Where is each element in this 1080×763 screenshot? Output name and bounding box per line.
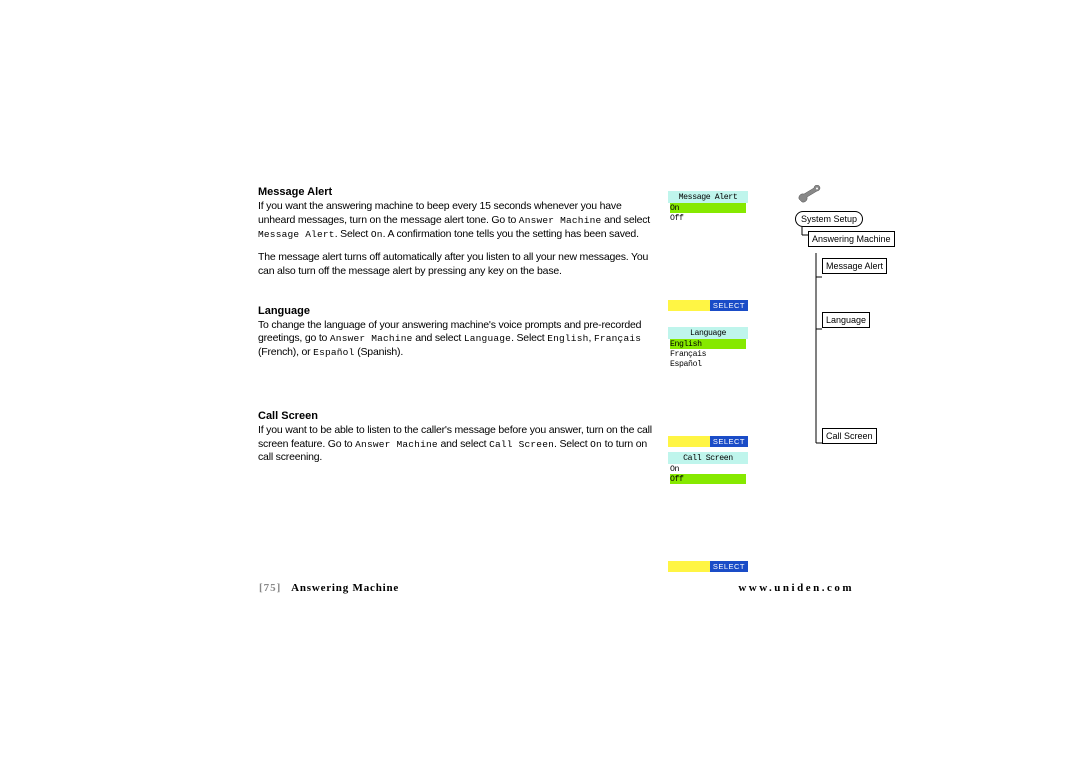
lcd-footer: SELECT xyxy=(668,300,748,311)
lcd-footer: SELECT xyxy=(668,436,748,447)
section-name: Answering Machine xyxy=(291,582,399,594)
lcd-option: Off xyxy=(670,213,746,223)
lcd-body: On Off xyxy=(668,464,748,561)
lcd-select-button: SELECT xyxy=(710,561,748,572)
lcd-title: Message Alert xyxy=(668,191,748,203)
paragraph: To change the language of your answering… xyxy=(258,319,653,360)
lcd-title: Call Screen xyxy=(668,452,748,464)
lcd-select-button: SELECT xyxy=(710,300,748,311)
nav-tree: System Setup Answering Machine Message A… xyxy=(795,185,885,444)
paragraph: If you want the answering machine to bee… xyxy=(258,200,653,241)
lcd-select-button: SELECT xyxy=(710,436,748,447)
lcd-option: Español xyxy=(670,359,746,369)
lcd-footer: SELECT xyxy=(668,561,748,572)
footer-url: www.uniden.com xyxy=(738,582,854,594)
lcd-call-screen: Call Screen On Off SELECT xyxy=(668,452,748,572)
nav-message-alert: Message Alert xyxy=(822,258,887,274)
lcd-body: English Français Español xyxy=(668,339,748,436)
lcd-option: On xyxy=(670,464,746,474)
nav-call-screen: Call Screen xyxy=(822,428,877,444)
lcd-option: Français xyxy=(670,349,746,359)
lcd-body: On Off xyxy=(668,203,748,300)
heading-message-alert: Message Alert xyxy=(258,185,653,199)
paragraph: The message alert turns off automaticall… xyxy=(258,251,653,278)
nav-answering-machine: Answering Machine xyxy=(808,231,895,247)
page-number: [75] xyxy=(259,582,281,594)
lcd-option-selected: On xyxy=(670,203,746,213)
lcd-title: Language xyxy=(668,327,748,339)
nav-language: Language xyxy=(822,312,870,328)
heading-language: Language xyxy=(258,304,653,318)
heading-call-screen: Call Screen xyxy=(258,409,653,423)
lcd-option-selected: Off xyxy=(670,474,746,484)
wrench-icon xyxy=(795,185,823,207)
body-text: Message Alert If you want the answering … xyxy=(258,185,653,481)
lcd-message-alert: Message Alert On Off SELECT xyxy=(668,191,748,311)
paragraph: If you want to be able to listen to the … xyxy=(258,424,653,465)
page-footer: [75] Answering Machine www.uniden.com xyxy=(259,582,854,594)
lcd-option-selected: English xyxy=(670,339,746,349)
nav-system-setup: System Setup xyxy=(795,211,863,227)
lcd-language: Language English Français Español SELECT xyxy=(668,327,748,447)
